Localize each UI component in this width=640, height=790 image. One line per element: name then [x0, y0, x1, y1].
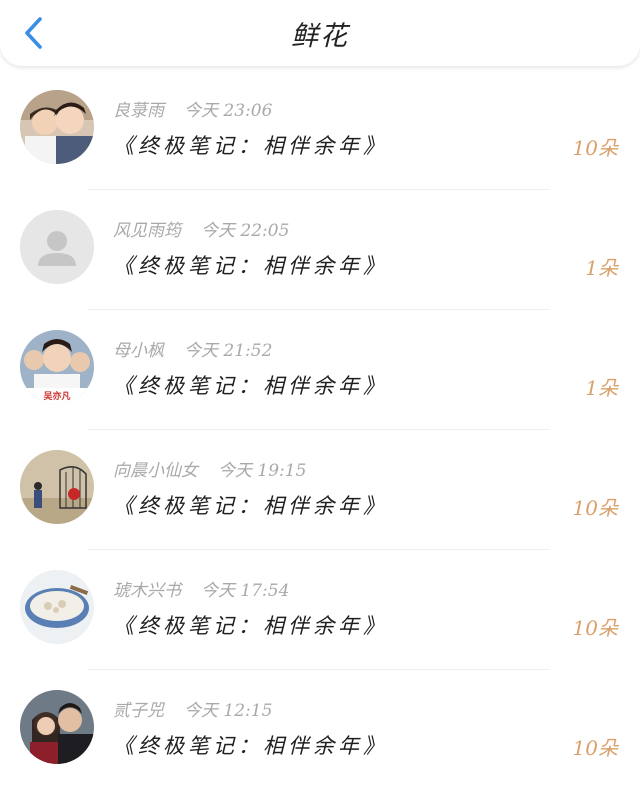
list-item[interactable]: 良菉雨 今天 23:06 《终极笔记：相伴余年》 10朵 — [0, 70, 640, 190]
sender-name: 贰子兕 — [113, 701, 164, 721]
sender-name: 风见雨筠 — [113, 221, 181, 241]
avatar[interactable] — [20, 570, 94, 644]
flower-count: 10朵 — [572, 736, 618, 760]
avatar-photo-icon — [20, 690, 94, 764]
book-title: 《终极笔记：相伴余年》 — [113, 134, 388, 158]
flower-count: 10朵 — [572, 136, 618, 160]
avatar[interactable] — [20, 450, 94, 524]
flower-count: 10朵 — [572, 496, 618, 520]
timestamp: 今天 17:54 — [201, 581, 290, 601]
sender-meta: 向晨小仙女 今天 19:15 — [113, 456, 306, 481]
flower-count: 1朵 — [585, 256, 618, 280]
book-title: 《终极笔记：相伴余年》 — [113, 734, 388, 758]
avatar-photo-icon: 吴亦凡 — [20, 330, 94, 404]
top-bar: 鲜花 — [0, 0, 640, 66]
timestamp: 今天 22:05 — [201, 221, 290, 241]
sender-name: 琥木兴书 — [113, 581, 181, 601]
timestamp: 今天 21:52 — [184, 341, 273, 361]
book-title: 《终极笔记：相伴余年》 — [113, 374, 388, 398]
list-item[interactable]: 贰子兕 今天 12:15 《终极笔记：相伴余年》 10朵 — [0, 670, 640, 790]
list-item[interactable]: 风见雨筠 今天 22:05 《终极笔记：相伴余年》 1朵 — [0, 190, 640, 310]
sender-name: 良菉雨 — [113, 101, 164, 121]
sender-meta: 风见雨筠 今天 22:05 — [113, 216, 289, 241]
sender-meta: 母小枫 今天 21:52 — [113, 336, 272, 361]
page-title: 鲜花 — [291, 21, 349, 52]
list-item[interactable]: 向晨小仙女 今天 19:15 《终极笔记：相伴余年》 10朵 — [0, 430, 640, 550]
list-item[interactable]: 吴亦凡 母小枫 今天 21:52 《终极笔记：相伴余年》 1朵 — [0, 310, 640, 430]
avatar-photo-icon — [20, 450, 94, 524]
avatar[interactable] — [20, 210, 94, 284]
avatar[interactable]: 吴亦凡 — [20, 330, 94, 404]
timestamp: 今天 19:15 — [218, 461, 307, 481]
book-title: 《终极笔记：相伴余年》 — [113, 254, 388, 278]
avatar-photo-icon — [20, 570, 94, 644]
sender-meta: 贰子兕 今天 12:15 — [113, 696, 272, 721]
flower-list: 良菉雨 今天 23:06 《终极笔记：相伴余年》 10朵 风见雨筠 今天 22:05… — [0, 70, 640, 790]
flower-count: 10朵 — [572, 616, 618, 640]
list-item[interactable]: 琥木兴书 今天 17:54 《终极笔记：相伴余年》 10朵 — [0, 550, 640, 670]
timestamp: 今天 12:15 — [184, 701, 273, 721]
avatar[interactable] — [20, 90, 94, 164]
avatar-photo-icon — [20, 90, 94, 164]
sender-meta: 良菉雨 今天 23:06 — [113, 96, 272, 121]
sender-name: 向晨小仙女 — [113, 461, 198, 481]
book-title: 《终极笔记：相伴余年》 — [113, 614, 388, 638]
user-silhouette-icon — [20, 210, 94, 284]
sender-meta: 琥木兴书 今天 17:54 — [113, 576, 289, 601]
svg-text:吴亦凡: 吴亦凡 — [43, 390, 70, 402]
flower-count: 1朵 — [585, 376, 618, 400]
book-title: 《终极笔记：相伴余年》 — [113, 494, 388, 518]
timestamp: 今天 23:06 — [184, 101, 273, 121]
avatar[interactable] — [20, 690, 94, 764]
sender-name: 母小枫 — [113, 341, 164, 361]
